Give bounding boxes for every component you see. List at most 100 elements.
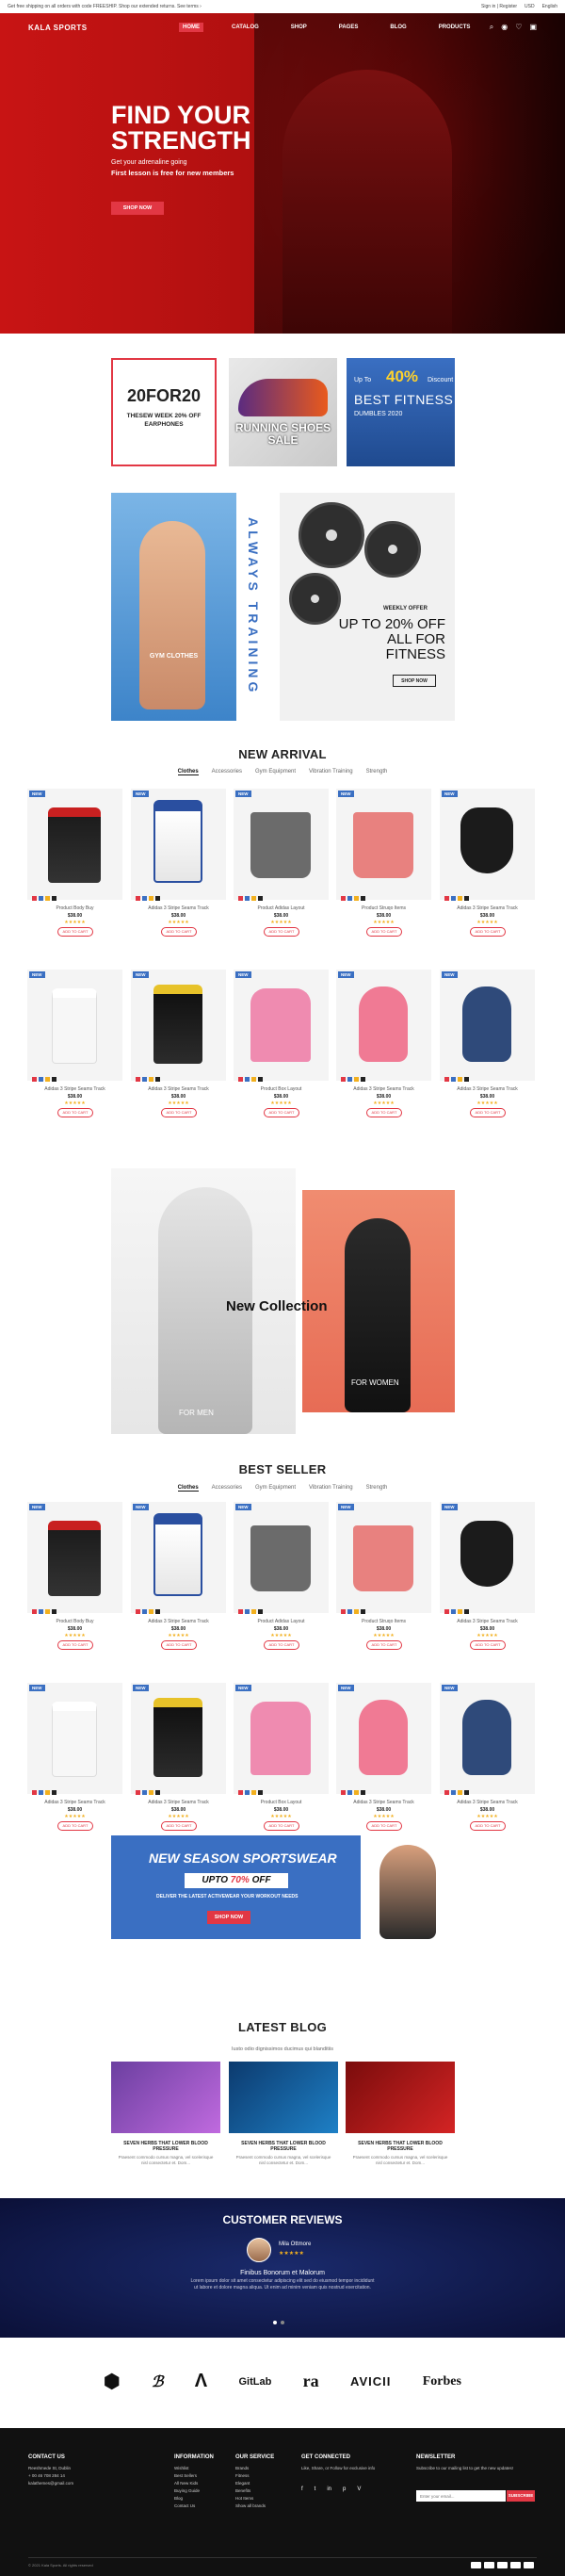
product-name[interactable]: Adidas 3 Stripe Seams Track (440, 1800, 535, 1805)
product-name[interactable]: Adidas 3 Stripe Seams Track (27, 1086, 122, 1092)
footer-link[interactable]: Buying Guide (174, 2488, 214, 2493)
product-name[interactable]: Product Adidas Layout (234, 905, 329, 911)
tab-clothes[interactable]: Clothes (177, 769, 199, 775)
language-select[interactable]: English (542, 4, 557, 9)
product-card[interactable]: NEW Adidas 3 Stripe Seams Track $38.00 ★★★★… (336, 1683, 431, 1856)
footer-email[interactable]: kalathemes@gmail.com (28, 2481, 73, 2486)
add-to-cart-button[interactable]: ADD TO CART (161, 1821, 197, 1831)
product-name[interactable]: Adidas 3 Stripe Seams Track (27, 1800, 122, 1805)
promo-dumbbells[interactable]: Up To 40% Discount BEST FITNESS DUMBLES … (347, 358, 455, 466)
product-image[interactable] (440, 1683, 535, 1794)
footer-link[interactable]: All New Kids (174, 2481, 214, 2486)
footer-link[interactable]: Contact Us (174, 2503, 214, 2508)
nav-pages[interactable]: PAGES (335, 23, 363, 32)
add-to-cart-button[interactable]: ADD TO CART (470, 927, 506, 937)
footer-link[interactable]: Best Sellers (174, 2473, 214, 2478)
product-name[interactable]: Adidas 3 Stripe Seams Track (131, 1619, 226, 1624)
color-swatches[interactable] (341, 1790, 365, 1795)
promo-running-shoes[interactable]: RUNNING SHOES SALE (229, 358, 337, 466)
product-card[interactable]: NEW Adidas 3 Stripe Seams Track $38.00 ★★★★… (440, 970, 535, 1143)
color-swatches[interactable] (136, 1609, 160, 1614)
product-image[interactable] (27, 789, 122, 900)
add-to-cart-button[interactable]: ADD TO CART (264, 927, 299, 937)
forbes-logo[interactable]: Forbes (423, 2374, 461, 2389)
product-card[interactable]: NEW Product Box Layout $38.00 ★★★★★ ADD TO C… (234, 970, 329, 1143)
footer-link[interactable]: Brands (235, 2466, 274, 2470)
pagination-dot[interactable] (273, 2321, 277, 2324)
ra-logo[interactable]: ra (303, 2372, 319, 2391)
product-name[interactable]: Product Box Layout (234, 1086, 329, 1092)
add-to-cart-button[interactable]: ADD TO CART (161, 927, 197, 937)
gitlab-logo[interactable]: GitLab (238, 2376, 271, 2388)
blog-title[interactable]: SEVEN HERBS THAT LOWER BLOOD PRESSURE (346, 2141, 455, 2152)
vimeo-icon[interactable]: V (357, 2486, 361, 2492)
product-name[interactable]: Product Struqo Items (336, 905, 431, 911)
color-swatches[interactable] (32, 1609, 56, 1614)
product-name[interactable]: Adidas 3 Stripe Seams Track (336, 1086, 431, 1092)
nav-shop[interactable]: SHOP (287, 23, 311, 32)
color-swatches[interactable] (32, 896, 56, 901)
linkedin-icon[interactable]: in (327, 2486, 331, 2492)
logo[interactable]: KALA SPORTS (28, 24, 179, 32)
product-card[interactable]: NEW Product Body Buy $38.00 ★★★★★ ADD TO CAR… (27, 1502, 122, 1675)
product-card[interactable]: NEW Product Adidas Layout $38.00 ★★★★★ ADD T… (234, 789, 329, 962)
product-card[interactable]: NEW Product Adidas Layout $38.00 ★★★★★ ADD T… (234, 1502, 329, 1675)
add-to-cart-button[interactable]: ADD TO CART (264, 1821, 299, 1831)
tab-gym-equipment[interactable]: Gym Equipment (255, 1485, 296, 1492)
product-image[interactable] (131, 1683, 226, 1794)
blog-title[interactable]: SEVEN HERBS THAT LOWER BLOOD PRESSURE (111, 2141, 220, 2152)
pinterest-icon[interactable]: p (343, 2486, 346, 2492)
product-card[interactable]: NEW Adidas 3 Stripe Seams Track $38.00 ★★★★… (440, 1683, 535, 1856)
tab-clothes[interactable]: Clothes (177, 1485, 199, 1492)
login-link[interactable]: Sign in | Register (481, 4, 517, 9)
tab-vibration-training[interactable]: Vibration Training (309, 1485, 353, 1492)
footer-link[interactable]: Wishlist (174, 2466, 214, 2470)
add-to-cart-button[interactable]: ADD TO CART (366, 1108, 402, 1117)
color-swatches[interactable] (444, 1790, 469, 1795)
cart-icon[interactable]: ▣ (529, 23, 537, 32)
color-swatches[interactable] (238, 1609, 263, 1614)
footer-link[interactable]: Show all brands (235, 2503, 274, 2508)
footer-link[interactable]: Fitness (235, 2473, 274, 2478)
color-swatches[interactable] (341, 1609, 365, 1614)
product-image[interactable] (440, 789, 535, 900)
product-image[interactable] (27, 1502, 122, 1613)
tab-accessories[interactable]: Accessories (212, 1485, 242, 1492)
product-card[interactable]: NEW Adidas 3 Stripe Seams Track $38.00 ★★★★… (336, 970, 431, 1143)
product-card[interactable]: NEW Product Struqo Items $38.00 ★★★★★ ADD TO… (336, 1502, 431, 1675)
product-name[interactable]: Product Adidas Layout (234, 1619, 329, 1624)
product-image[interactable] (336, 1502, 431, 1613)
nav-products[interactable]: PRODUCTS (435, 23, 475, 32)
tab-strength[interactable]: Strength (366, 769, 388, 775)
product-card[interactable]: NEW Adidas 3 Stripe Seams Track $38.00 ★★★★… (27, 970, 122, 1143)
avicii-logo[interactable]: AVICII (350, 2374, 391, 2389)
facebook-icon[interactable]: f (301, 2486, 303, 2492)
product-card[interactable]: NEW Product Box Layout $38.00 ★★★★★ ADD TO C… (234, 1683, 329, 1856)
pagination-dot[interactable] (281, 2321, 284, 2324)
footer-link[interactable]: Blog (174, 2496, 214, 2501)
product-name[interactable]: Adidas 3 Stripe Seams Track (440, 1619, 535, 1624)
product-image[interactable] (234, 970, 329, 1081)
color-swatches[interactable] (444, 896, 469, 901)
nav-blog[interactable]: BLOG (386, 23, 410, 32)
product-image[interactable] (336, 970, 431, 1081)
add-to-cart-button[interactable]: ADD TO CART (57, 1640, 93, 1650)
product-name[interactable]: Product Body Buy (27, 1619, 122, 1624)
blog-title[interactable]: SEVEN HERBS THAT LOWER BLOOD PRESSURE (229, 2141, 338, 2152)
product-image[interactable] (131, 1502, 226, 1613)
a-logo-icon[interactable]: Λ (195, 2371, 207, 2392)
product-name[interactable]: Adidas 3 Stripe Seams Track (131, 1800, 226, 1805)
product-image[interactable] (234, 1502, 329, 1613)
footer-link[interactable]: Hot Items (235, 2496, 274, 2501)
product-card[interactable]: NEW Adidas 3 Stripe Seams Track $38.00 ★★★★… (131, 970, 226, 1143)
currency-select[interactable]: USD (525, 4, 535, 9)
product-card[interactable]: NEW Product Struqo Items $38.00 ★★★★★ ADD TO… (336, 789, 431, 962)
add-to-cart-button[interactable]: ADD TO CART (366, 1640, 402, 1650)
product-image[interactable] (336, 1683, 431, 1794)
nav-home[interactable]: HOME (179, 23, 203, 32)
add-to-cart-button[interactable]: ADD TO CART (161, 1640, 197, 1650)
product-image[interactable] (336, 789, 431, 900)
blog-card[interactable]: SEVEN HERBS THAT LOWER BLOOD PRESSURE Pr… (229, 2062, 338, 2175)
newsletter-email-input[interactable] (416, 2490, 506, 2502)
footer-link[interactable]: Elegant (235, 2481, 274, 2486)
